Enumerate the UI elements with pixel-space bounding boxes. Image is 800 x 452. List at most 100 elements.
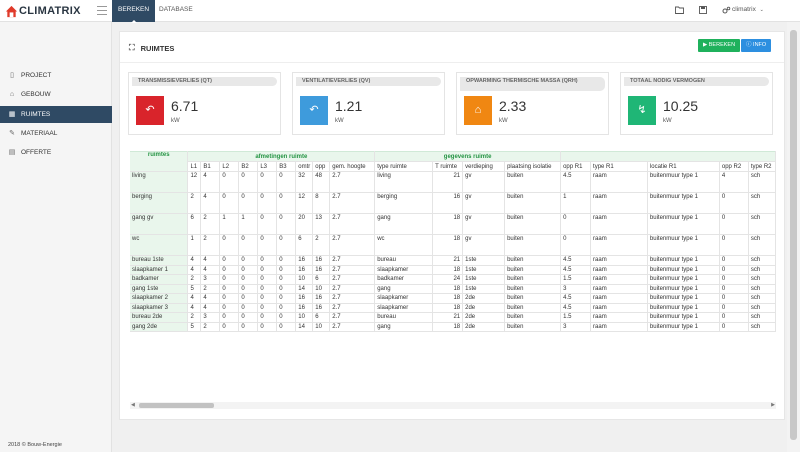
table-cell[interactable]: 6 [187,213,202,235]
table-cell[interactable]: 2.7 [329,234,376,256]
table-cell[interactable]: 1 [560,192,592,214]
table-select-cell[interactable]: 2de [462,293,506,304]
table-cell[interactable]: 0 [276,213,297,235]
table-cell[interactable]: 0 [238,255,259,266]
table-select-cell[interactable]: buiten [504,274,562,285]
table-cell[interactable]: 0 [219,234,240,256]
table-cell[interactable]: 0 [719,213,749,235]
info-button[interactable]: ⓘ INFO [741,39,772,52]
app-logo[interactable]: CLIMATRIX [5,4,81,18]
table-select-cell[interactable]: buiten [504,255,562,266]
table-cell[interactable]: 0 [276,322,297,332]
table-select-cell[interactable]: sch [748,234,776,256]
table-cell[interactable]: 0 [219,322,240,332]
table-cell[interactable]: 2.7 [329,213,376,235]
table-cell[interactable]: 0 [238,322,259,332]
table-cell[interactable]: 16 [312,265,331,275]
rooms-table-container[interactable]: ruimtes afmetingen ruimte gegevens ruimt… [130,151,776,377]
table-cell[interactable]: 16 [295,293,314,304]
table-select-cell[interactable]: buiten [504,312,562,323]
table-cell[interactable]: 10 [312,322,331,332]
table-cell[interactable]: 6 [312,274,331,285]
table-select-cell[interactable]: buitenmuur type 1 [647,293,720,304]
table-cell[interactable]: 1 [238,213,259,235]
table-cell[interactable]: 16 [295,265,314,275]
room-name-cell[interactable]: slaapkamer 3 [130,303,189,313]
table-select-cell[interactable]: bureau [374,312,434,323]
table-cell[interactable]: 0 [257,293,278,304]
table-cell[interactable]: 0 [276,312,297,323]
table-cell[interactable]: 4 [187,303,202,313]
table-cell[interactable]: 0 [238,303,259,313]
table-select-cell[interactable]: buiten [504,284,562,294]
table-cell[interactable]: 0 [560,213,592,235]
table-select-cell[interactable]: 18 [432,213,464,235]
table-select-cell[interactable]: sch [748,293,776,304]
table-select-cell[interactable]: 16 [432,192,464,214]
table-cell[interactable]: 16 [312,255,331,266]
table-cell[interactable]: 5 [187,284,202,294]
table-select-cell[interactable]: 24 [432,274,464,285]
table-cell[interactable]: 0 [719,255,749,266]
table-select-cell[interactable]: 1ste [462,284,506,294]
table-cell[interactable]: 0 [219,255,240,266]
table-select-cell[interactable]: buiten [504,293,562,304]
sidebar-item-gebouw[interactable]: ⌂ GEBOUW [0,86,112,103]
table-select-cell[interactable]: buiten [504,322,562,332]
table-cell[interactable]: 2.7 [329,255,376,266]
room-name-cell[interactable]: slaapkamer 1 [130,265,189,275]
table-cell[interactable]: 0 [238,171,259,193]
table-select-cell[interactable]: wc [374,234,434,256]
table-select-cell[interactable]: raam [590,312,648,323]
table-select-cell[interactable]: 18 [432,293,464,304]
table-cell[interactable]: 0 [276,274,297,285]
table-cell[interactable]: 12 [187,171,202,193]
table-cell[interactable]: 0 [719,274,749,285]
table-cell[interactable]: 2.7 [329,192,376,214]
table-cell[interactable]: 0 [219,265,240,275]
room-name-cell[interactable]: gang 1ste [130,284,189,294]
table-select-cell[interactable]: berging [374,192,434,214]
table-cell[interactable]: 6 [312,312,331,323]
table-select-cell[interactable]: 18 [432,234,464,256]
tab-bereken[interactable]: BEREKEN [112,0,156,23]
bereken-button[interactable]: ▶ BEREKEN [698,39,741,52]
table-cell[interactable]: 0 [257,171,278,193]
table-cell[interactable]: 2.7 [329,284,376,294]
table-cell[interactable]: 0 [276,255,297,266]
table-cell[interactable]: 6 [295,234,314,256]
sidebar-item-materiaal[interactable]: ✎ MATERIAAL [0,125,112,142]
table-cell[interactable]: 4 [200,192,221,214]
table-cell[interactable]: 0 [257,265,278,275]
table-cell[interactable]: 0 [276,284,297,294]
table-cell[interactable]: 0 [238,312,259,323]
table-select-cell[interactable]: 2de [462,322,506,332]
table-cell[interactable]: 48 [312,171,331,193]
table-cell[interactable]: 4.5 [560,303,592,313]
table-cell[interactable]: 1.5 [560,312,592,323]
table-cell[interactable]: 2 [200,284,221,294]
room-name-cell[interactable]: gang gv [130,213,189,235]
horizontal-scroll-thumb[interactable] [139,403,214,408]
table-cell[interactable]: 0 [257,303,278,313]
table-cell[interactable]: 0 [238,274,259,285]
table-cell[interactable]: 16 [295,303,314,313]
table-select-cell[interactable]: sch [748,255,776,266]
table-select-cell[interactable]: gv [462,192,506,214]
table-cell[interactable]: 0 [219,274,240,285]
table-cell[interactable]: 0 [219,192,240,214]
table-select-cell[interactable]: 18 [432,303,464,313]
table-cell[interactable]: 0 [719,234,749,256]
table-cell[interactable]: 0 [719,284,749,294]
table-cell[interactable]: 0 [276,265,297,275]
table-select-cell[interactable]: sch [748,265,776,275]
table-cell[interactable]: 2.7 [329,265,376,275]
table-cell[interactable]: 0 [719,312,749,323]
table-cell[interactable]: 0 [257,234,278,256]
table-cell[interactable]: 4 [200,303,221,313]
table-select-cell[interactable]: buitenmuur type 1 [647,171,720,193]
sidebar-item-offerte[interactable]: ▤ OFFERTE [0,144,112,161]
table-select-cell[interactable]: gang [374,213,434,235]
room-name-cell[interactable]: bureau 2de [130,312,189,323]
table-select-cell[interactable]: raam [590,303,648,313]
